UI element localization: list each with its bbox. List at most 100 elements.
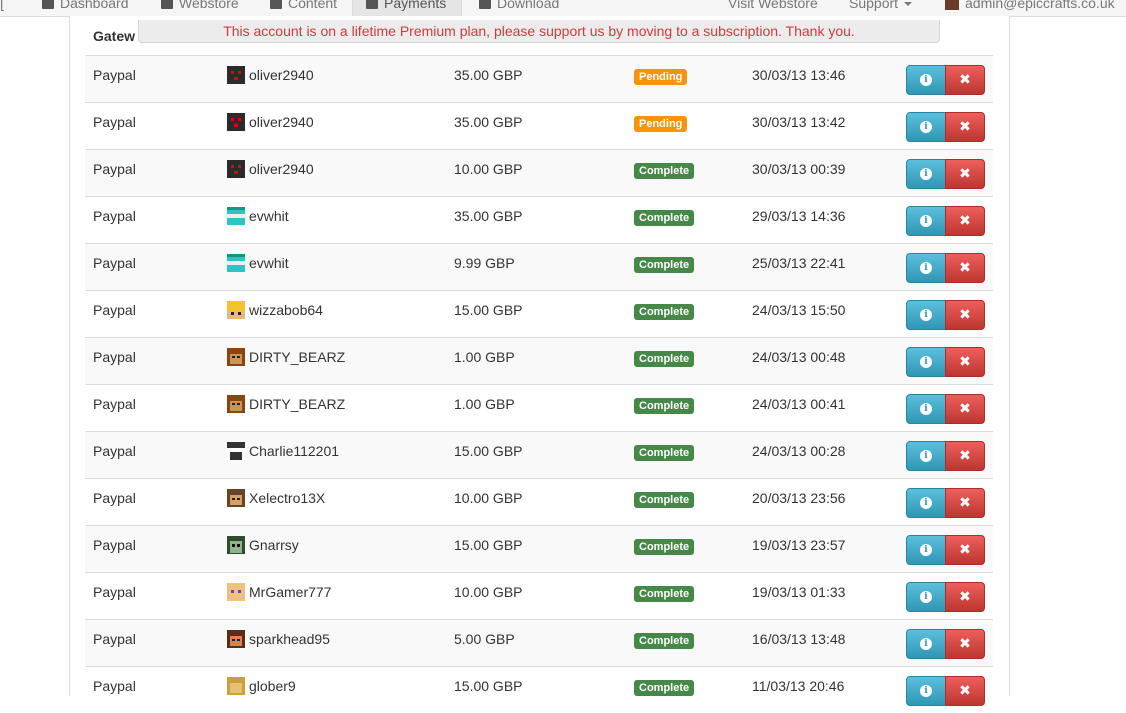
status-cell: Complete [634, 491, 695, 508]
nav-dashboard[interactable]: Dashboard [42, 0, 129, 14]
details-button[interactable]: i [906, 676, 946, 706]
details-button[interactable]: i [906, 394, 946, 424]
date-cell: 20/03/13 23:56 [752, 490, 846, 506]
actions-cell: i ✖ [906, 253, 985, 283]
details-button[interactable]: i [906, 535, 946, 565]
info-icon: i [920, 309, 932, 321]
remove-icon: ✖ [959, 683, 971, 699]
delete-button[interactable]: ✖ [945, 535, 985, 565]
delete-button[interactable]: ✖ [945, 206, 985, 236]
user-cell: Xelectro13X [227, 479, 325, 517]
nav-webstore[interactable]: Webstore [161, 0, 239, 14]
amount-cell: 10.00 GBP [454, 490, 523, 506]
date-cell: 19/03/13 23:57 [752, 537, 846, 553]
status-badge: Complete [634, 163, 695, 179]
delete-button[interactable]: ✖ [945, 488, 985, 518]
date-cell: 24/03/13 15:50 [752, 302, 846, 318]
details-button[interactable]: i [906, 629, 946, 659]
details-button[interactable]: i [906, 65, 946, 95]
status-cell: Complete [634, 632, 695, 649]
player-head-icon [227, 442, 245, 460]
status-cell: Complete [634, 256, 695, 273]
remove-icon: ✖ [959, 166, 971, 182]
player-head-icon [227, 395, 245, 413]
gateway-cell: Paypal [93, 67, 136, 83]
info-icon: i [920, 403, 932, 415]
delete-button[interactable]: ✖ [945, 159, 985, 189]
user-cell: oliver2940 [227, 103, 314, 141]
status-cell: Pending [634, 115, 688, 132]
details-button[interactable]: i [906, 300, 946, 330]
remove-icon: ✖ [959, 260, 971, 276]
details-button[interactable]: i [906, 206, 946, 236]
user-cell: DIRTY_BEARZ [227, 385, 345, 423]
player-head-icon [227, 160, 245, 178]
avatar [945, 0, 959, 10]
nav-support-label: Support [849, 0, 899, 11]
details-button[interactable]: i [906, 441, 946, 471]
delete-button[interactable]: ✖ [945, 441, 985, 471]
player-head-icon [227, 113, 245, 131]
delete-button[interactable]: ✖ [945, 676, 985, 706]
user-cell: glober9 [227, 667, 296, 705]
nav-dashboard-label: Dashboard [60, 0, 129, 11]
actions-cell: i ✖ [906, 300, 985, 330]
user-cell: Gnarrsy [227, 526, 299, 564]
gateway-cell: Paypal [93, 161, 136, 177]
user-cell: MrGamer777 [227, 573, 331, 611]
delete-button[interactable]: ✖ [945, 394, 985, 424]
nav-account[interactable]: admin@epiccrafts.co.uk [945, 0, 1115, 14]
username: evwhit [249, 208, 289, 224]
delete-button[interactable]: ✖ [945, 65, 985, 95]
delete-button[interactable]: ✖ [945, 629, 985, 659]
actions-cell: i ✖ [906, 347, 985, 377]
actions-cell: i ✖ [906, 582, 985, 612]
nav-download-label: Download [497, 0, 560, 11]
details-button[interactable]: i [906, 347, 946, 377]
details-button[interactable]: i [906, 582, 946, 612]
details-button[interactable]: i [906, 112, 946, 142]
player-head-icon [227, 630, 245, 648]
nav-content[interactable]: Content [270, 0, 337, 14]
delete-button[interactable]: ✖ [945, 112, 985, 142]
status-badge: Complete [634, 210, 695, 226]
status-cell: Complete [634, 585, 695, 602]
amount-cell: 35.00 GBP [454, 114, 523, 130]
amount-cell: 15.00 GBP [454, 537, 523, 553]
nav-download[interactable]: Download [479, 0, 559, 14]
user-cell: evwhit [227, 244, 289, 282]
remove-icon: ✖ [959, 213, 971, 229]
status-cell: Complete [634, 209, 695, 226]
status-cell: Complete [634, 350, 695, 367]
actions-cell: i ✖ [906, 159, 985, 189]
gateway-cell: Paypal [93, 584, 136, 600]
details-button[interactable]: i [906, 488, 946, 518]
nav-payments[interactable]: Payments [366, 0, 446, 14]
remove-icon: ✖ [959, 307, 971, 323]
status-cell: Complete [634, 397, 695, 414]
details-button[interactable]: i [906, 159, 946, 189]
username: evwhit [249, 255, 289, 271]
date-cell: 24/03/13 00:48 [752, 349, 846, 365]
list-icon [270, 0, 282, 9]
nav-visit-webstore[interactable]: Visit Webstore [728, 0, 818, 14]
remove-icon: ✖ [959, 448, 971, 464]
date-cell: 30/03/13 13:42 [752, 114, 846, 130]
gateway-cell: Paypal [93, 302, 136, 318]
amount-cell: 1.00 GBP [454, 396, 515, 412]
gateway-cell: Paypal [93, 396, 136, 412]
remove-icon: ✖ [959, 72, 971, 88]
delete-button[interactable]: ✖ [945, 582, 985, 612]
info-icon: i [920, 544, 932, 556]
actions-cell: i ✖ [906, 65, 985, 95]
gateway-cell: Paypal [93, 537, 136, 553]
nav-payments-label: Payments [384, 0, 447, 11]
nav-support[interactable]: Support [849, 0, 913, 14]
username: oliver2940 [249, 161, 314, 177]
delete-button[interactable]: ✖ [945, 347, 985, 377]
player-head-icon [227, 301, 245, 319]
details-button[interactable]: i [906, 253, 946, 283]
delete-button[interactable]: ✖ [945, 300, 985, 330]
delete-button[interactable]: ✖ [945, 253, 985, 283]
player-head-icon [227, 66, 245, 84]
